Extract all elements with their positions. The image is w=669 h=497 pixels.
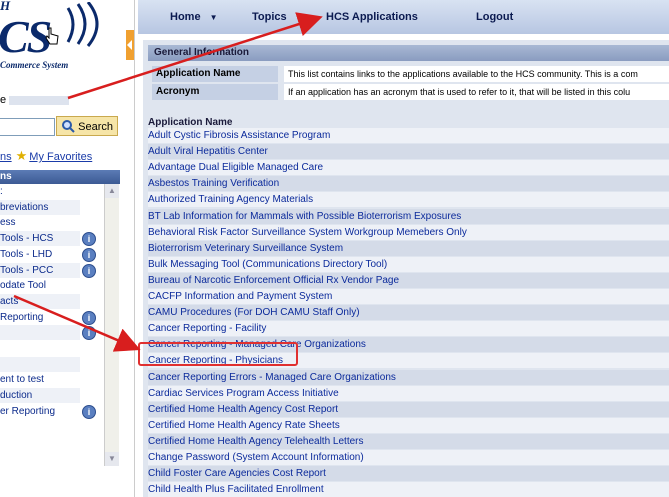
hand-cursor-icon [45,27,59,45]
applications-panel-header: ns [0,170,120,184]
info-icon[interactable]: i [82,310,96,325]
acronym-label: Acronym [152,84,278,100]
application-link[interactable]: Certified Home Health Agency Telehealth … [148,433,669,449]
logo-main-text: CS [0,11,52,62]
info-icon[interactable]: i [82,326,96,341]
sidebar-app-item[interactable]: ess [0,215,80,230]
scroll-down-icon[interactable]: ▼ [105,452,119,466]
top-navigation: Home ▼ Topics HCS Applications Logout [138,0,669,34]
general-information-header: General Information [148,45,669,61]
collapse-sidebar-button[interactable] [126,30,134,60]
application-link[interactable]: Authorized Training Agency Materials [148,192,669,208]
sidebar-app-item[interactable]: Tools - PCC [0,262,80,278]
sidebar-app-item[interactable]: Tools - HCS [0,231,80,247]
collapse-arrow-icon [127,40,132,50]
application-link[interactable]: BT Lab Information for Mammals with Poss… [148,208,669,224]
sidebar-app-item[interactable]: acts [0,293,80,309]
search-icon [62,120,75,133]
nav-home-label: Home [170,11,201,23]
info-icon[interactable]: i [82,404,96,419]
left-sidebar: e Search ns ★ My Favorites ns : breviations… [0,80,128,497]
application-name-label: Application Name [152,66,278,82]
application-link[interactable]: Cancer Reporting - Facility [148,321,669,337]
my-favorites-link[interactable]: My Favorites [29,151,92,163]
search-button[interactable]: Search [56,116,118,136]
nav-topics[interactable]: Topics [252,11,287,23]
favorites-bar: ns ★ My Favorites [0,148,92,164]
sidebar-app-item[interactable]: ent to test [0,372,80,387]
sidebar-app-list: : breviations ess Tools - HCS i Tools - LHD i T… [0,184,104,466]
application-name-column-header: Application Name [148,117,233,128]
nav-home[interactable]: Home ▼ [170,11,218,23]
application-link[interactable]: Bureau of Narcotic Enforcement Official … [148,272,669,288]
chevron-down-icon: ▼ [209,13,218,22]
application-link[interactable]: Child Foster Care Agencies Cost Report [148,466,669,482]
star-icon: ★ [15,148,28,163]
applications-link[interactable]: ns [0,151,12,163]
application-link[interactable]: Bulk Messaging Tool (Communications Dire… [148,256,669,272]
nav-logout[interactable]: Logout [476,11,513,23]
sidebar-app-item[interactable] [0,356,80,372]
application-link[interactable]: Child Health Plus Facilitated Enrollment [148,482,669,497]
application-link[interactable]: Cancer Reporting Errors - Managed Care O… [148,369,669,385]
application-link[interactable]: Adult Cystic Fibrosis Assistance Program [148,128,669,143]
application-name-row: Application Name This list contains link… [148,66,669,82]
acronym-description: If an application has an acronym that is… [284,84,669,100]
application-link[interactable]: Certified Home Health Agency Cost Report [148,401,669,417]
application-link[interactable]: Cardiac Services Program Access Initiati… [148,385,669,401]
application-link[interactable]: Change Password (System Account Informat… [148,450,669,465]
application-name-description: This list contains links to the applicat… [284,66,669,82]
info-icon[interactable]: i [82,232,96,247]
signal-waves-icon [66,2,99,47]
scroll-up-icon[interactable]: ▲ [105,184,119,198]
info-icon[interactable]: i [82,247,96,262]
username-redacted [9,95,70,105]
sidebar-app-item[interactable]: odate Tool [0,278,80,293]
application-link[interactable]: Adult Viral Hepatitis Center [148,144,669,160]
search-input[interactable] [0,118,55,136]
highlight-box [138,342,298,366]
sidebar-app-item[interactable]: duction [0,388,80,404]
application-link[interactable]: CACFP Information and Payment System [148,289,669,304]
welcome-label: e [0,94,7,106]
sidebar-app-item[interactable]: : [0,184,80,199]
sidebar-app-item[interactable]: Tools - LHD [0,247,80,262]
application-link[interactable]: Advantage Dual Eligible Managed Care [148,160,669,176]
application-link[interactable]: Asbestos Training Verification [148,176,669,192]
application-link[interactable]: Behavioral Risk Factor Surveillance Syst… [148,224,669,240]
application-link[interactable]: CAMU Procedures (For DOH CAMU Staff Only… [148,305,669,321]
hcs-logo: H CS Commerce System [0,0,128,80]
info-icon[interactable]: i [82,263,96,278]
sidebar-app-item[interactable]: er Reporting [0,404,80,419]
application-link[interactable]: Bioterrorism Veterinary Surveillance Sys… [148,240,669,256]
sidebar-app-item[interactable]: breviations [0,199,80,215]
nav-hcs-applications[interactable]: HCS Applications [326,11,418,23]
sidebar-divider [134,0,135,497]
acronym-row: Acronym If an application has an acronym… [148,84,669,100]
application-link[interactable]: Certified Home Health Agency Rate Sheets [148,417,669,433]
logo-subtitle: Commerce System [0,60,69,70]
sidebar-app-item[interactable] [0,325,80,341]
sidebar-app-item[interactable]: Reporting [0,310,80,325]
sidebar-scrollbar[interactable]: ▲ ▼ [104,184,119,466]
sidebar-app-item[interactable] [0,341,80,356]
search-button-label: Search [78,121,113,133]
welcome-text: e [0,94,70,106]
